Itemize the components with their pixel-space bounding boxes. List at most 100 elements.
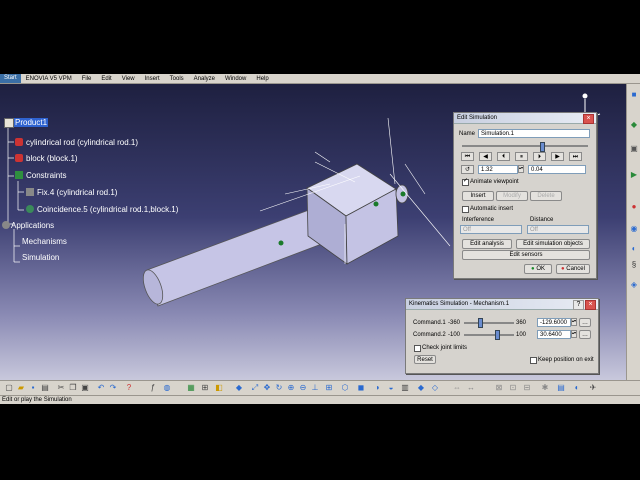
dimension-icon[interactable]: ⇔ bbox=[452, 383, 462, 393]
zoom-out-icon[interactable]: ⊖ bbox=[298, 383, 308, 393]
skip-forward-button[interactable]: ⏭ bbox=[569, 152, 582, 161]
hide-show-icon[interactable]: ◑ bbox=[372, 383, 382, 393]
ok-button[interactable]: ● OK bbox=[524, 264, 552, 274]
layer-icon[interactable]: ▥ bbox=[400, 383, 410, 393]
new-icon[interactable]: ▢ bbox=[4, 383, 14, 393]
tree-item-block[interactable]: block (block.1) bbox=[26, 154, 78, 163]
edit-sensors-button[interactable]: Edit sensors bbox=[462, 250, 590, 260]
command2-spinner[interactable]: ▴▾ bbox=[571, 330, 577, 338]
open-icon[interactable]: ▰ bbox=[16, 383, 26, 393]
measure-icon[interactable]: ⊞ bbox=[200, 383, 210, 393]
skip-back-button[interactable]: ⏮ bbox=[461, 152, 474, 161]
copy-icon[interactable]: ❐ bbox=[68, 383, 78, 393]
explode-icon[interactable]: ⊟ bbox=[522, 383, 532, 393]
command2-slider-thumb[interactable] bbox=[494, 330, 500, 340]
delete-button[interactable]: Delete bbox=[530, 191, 562, 201]
swap-space-icon[interactable]: ◒ bbox=[386, 383, 396, 393]
step-field[interactable]: 1.32 bbox=[478, 165, 518, 174]
cancel-button[interactable]: ● Cancel bbox=[556, 264, 590, 274]
tree-item-applications[interactable]: Applications bbox=[11, 221, 54, 230]
pause-button[interactable]: ⏸ bbox=[515, 152, 528, 161]
shading-icon[interactable]: ◼ bbox=[356, 383, 366, 393]
interval-combo[interactable]: 0.04 bbox=[528, 165, 586, 174]
command1-value-field[interactable]: -129.6000 bbox=[537, 318, 571, 327]
keep-position-checkbox[interactable] bbox=[530, 357, 537, 364]
help-icon[interactable]: ? bbox=[573, 300, 584, 310]
automatic-insert-checkbox[interactable] bbox=[462, 206, 469, 213]
iso-view-icon[interactable]: ⬡ bbox=[340, 383, 350, 393]
comment-icon[interactable]: ◍ bbox=[162, 383, 172, 393]
swept-volume-icon[interactable]: ◐ bbox=[629, 244, 639, 254]
fit-all-icon[interactable]: ⤢ bbox=[250, 383, 260, 393]
clash-analysis-icon[interactable]: ✱ bbox=[540, 383, 550, 393]
menu-start[interactable]: Start bbox=[0, 74, 21, 83]
normal-view-icon[interactable]: ⊥ bbox=[310, 383, 320, 393]
distance-combo[interactable]: Off bbox=[527, 225, 589, 234]
step-forward-button[interactable]: ⏵ bbox=[533, 152, 546, 161]
command2-value-field[interactable]: 30.6400 bbox=[537, 330, 571, 339]
menu-insert[interactable]: Insert bbox=[140, 76, 165, 82]
menu-analyze[interactable]: Analyze bbox=[189, 76, 220, 82]
multi-view-icon[interactable]: ⊞ bbox=[324, 383, 334, 393]
command1-slider-thumb[interactable] bbox=[478, 318, 483, 328]
menu-view[interactable]: View bbox=[117, 76, 140, 82]
timeline-slider-thumb[interactable] bbox=[540, 142, 545, 152]
cut-icon[interactable]: ✂ bbox=[56, 383, 66, 393]
tree-item-constraints[interactable]: Constraints bbox=[26, 171, 66, 180]
trace-icon[interactable]: § bbox=[629, 260, 639, 270]
close-icon[interactable]: × bbox=[585, 300, 596, 310]
material-icon[interactable]: ◆ bbox=[416, 383, 426, 393]
name-field[interactable]: Simulation.1 bbox=[478, 129, 590, 138]
play-back-button[interactable]: ◀ bbox=[479, 152, 492, 161]
snap-icon[interactable]: ⊠ bbox=[494, 383, 504, 393]
menu-help[interactable]: Help bbox=[251, 76, 273, 82]
step-back-button[interactable]: ⏴ bbox=[497, 152, 510, 161]
sensor-icon[interactable]: ◉ bbox=[629, 224, 639, 234]
menu-file[interactable]: File bbox=[77, 76, 97, 82]
simulation-icon[interactable]: ▶ bbox=[629, 170, 639, 180]
catalog-icon[interactable]: ◧ bbox=[214, 383, 224, 393]
clearance-icon[interactable]: ↔ bbox=[466, 383, 476, 393]
reset-button[interactable]: Reset bbox=[414, 355, 436, 364]
section-icon[interactable]: ◇ bbox=[430, 383, 440, 393]
menu-tools[interactable]: Tools bbox=[165, 76, 189, 82]
scene-icon[interactable]: ◐ bbox=[572, 383, 582, 393]
tree-item-coincidence[interactable]: Coincidence.5 (cylindrical rod.1,block.1… bbox=[37, 205, 178, 214]
paste-icon[interactable]: ▣ bbox=[80, 383, 90, 393]
menu-window[interactable]: Window bbox=[220, 76, 251, 82]
compile-icon[interactable]: ● bbox=[629, 202, 639, 212]
tree-item-rod[interactable]: cylindrical rod (cylindrical rod.1) bbox=[26, 138, 138, 147]
command1-slider-track[interactable] bbox=[464, 322, 514, 324]
clash-icon[interactable]: ◈ bbox=[629, 280, 639, 290]
redo-icon[interactable]: ↷ bbox=[108, 383, 118, 393]
step-spinner[interactable]: ▴▾ bbox=[518, 165, 524, 173]
menu-edit[interactable]: Edit bbox=[96, 76, 116, 82]
pan-icon[interactable]: ✥ bbox=[262, 383, 272, 393]
save-icon[interactable]: ▪ bbox=[28, 383, 38, 393]
3d-viewport[interactable]: Product1 cylindrical rod (cylindrical ro… bbox=[0, 84, 626, 380]
tree-item-product1[interactable]: Product1 bbox=[14, 118, 49, 127]
print-icon[interactable]: ▤ bbox=[40, 383, 50, 393]
formula-icon[interactable]: ƒ bbox=[148, 383, 158, 393]
edit-simulation-objects-button[interactable]: Edit simulation objects bbox=[516, 239, 590, 249]
help-icon[interactable]: ? bbox=[124, 383, 134, 393]
zoom-in-icon[interactable]: ⊕ bbox=[286, 383, 296, 393]
tree-item-mechanisms[interactable]: Mechanisms bbox=[22, 237, 67, 246]
bom-icon[interactable]: ▤ bbox=[556, 383, 566, 393]
close-icon[interactable]: × bbox=[583, 114, 594, 124]
animate-viewpoint-checkbox[interactable] bbox=[462, 177, 469, 186]
fixed-part-icon[interactable]: ▣ bbox=[629, 144, 639, 154]
loop-mode-icon[interactable]: ↺ bbox=[461, 165, 474, 174]
assembly-icon[interactable]: ■ bbox=[629, 90, 639, 100]
tree-item-fix[interactable]: Fix.4 (cylindrical rod.1) bbox=[37, 188, 117, 197]
rotate-icon[interactable]: ↻ bbox=[274, 383, 284, 393]
command2-slider-track[interactable] bbox=[464, 334, 514, 336]
table-icon[interactable]: ▦ bbox=[186, 383, 196, 393]
play-forward-button[interactable]: ▶ bbox=[551, 152, 564, 161]
joint-icon[interactable]: ◆ bbox=[629, 120, 639, 130]
manipulation-icon[interactable]: ⊡ bbox=[508, 383, 518, 393]
timeline-slider-track[interactable] bbox=[462, 145, 588, 147]
check-joint-limits-checkbox[interactable] bbox=[414, 345, 421, 352]
interference-combo[interactable]: Off bbox=[460, 225, 522, 234]
insert-button[interactable]: Insert bbox=[462, 191, 494, 201]
